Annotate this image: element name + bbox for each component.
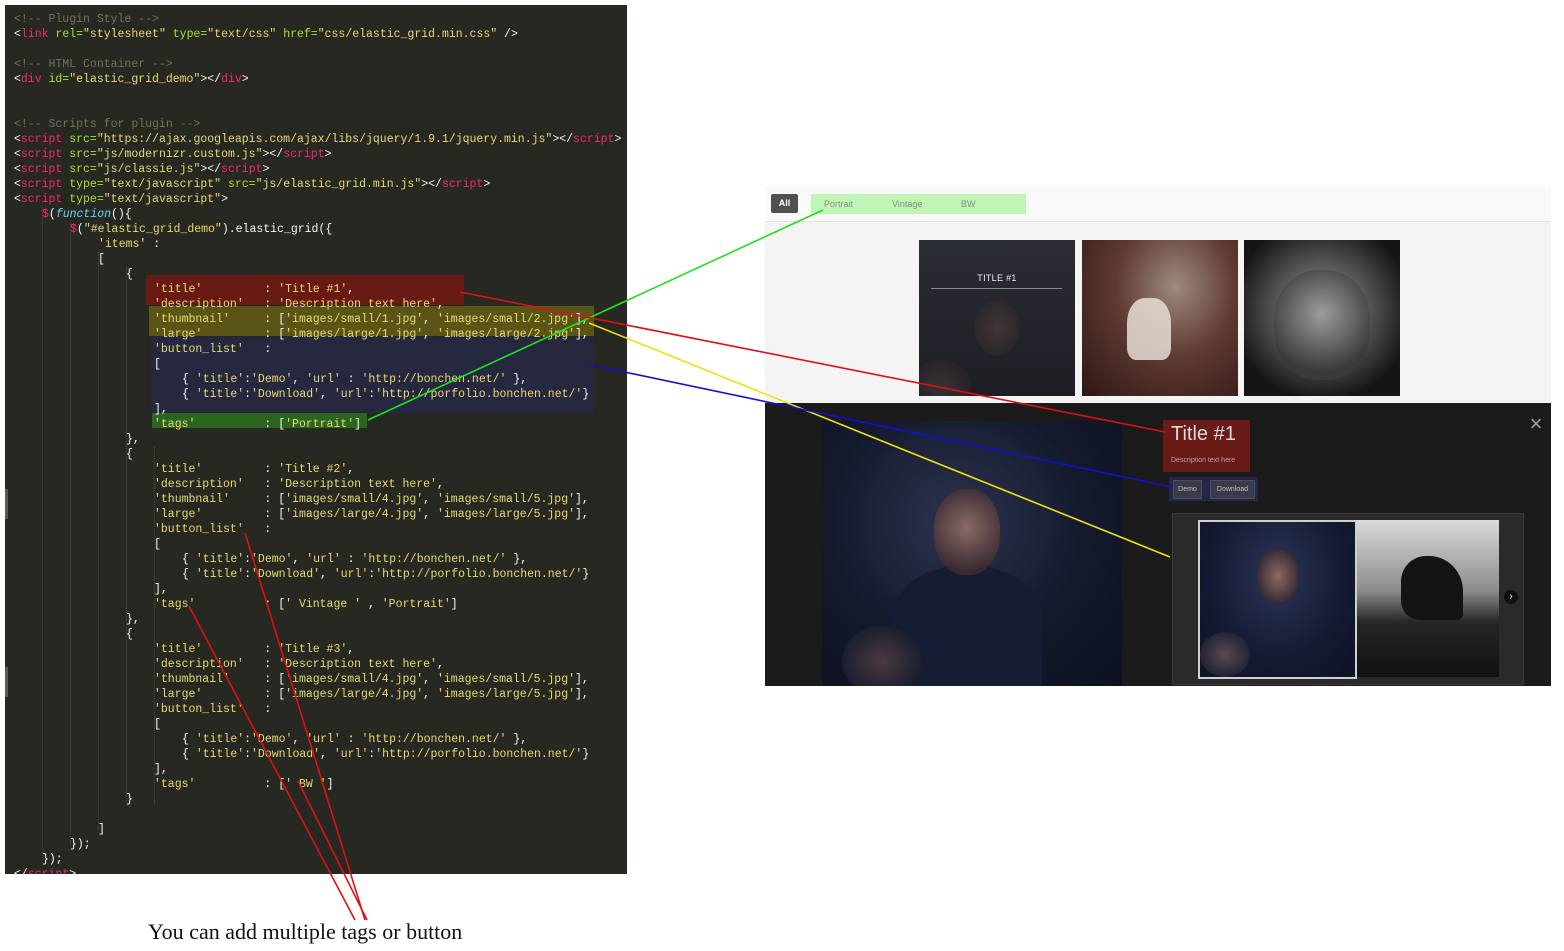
connector-caption-bw — [297, 780, 368, 921]
connector-caption-buttonlist — [244, 532, 366, 921]
connector-caption-tags — [188, 605, 356, 921]
connector-tags — [367, 209, 824, 421]
annotation-connectors — [188, 209, 1173, 921]
connector-images — [588, 322, 1171, 558]
annotation-caption: You can add multiple tags or button — [148, 919, 463, 944]
connector-buttons — [590, 364, 1173, 488]
